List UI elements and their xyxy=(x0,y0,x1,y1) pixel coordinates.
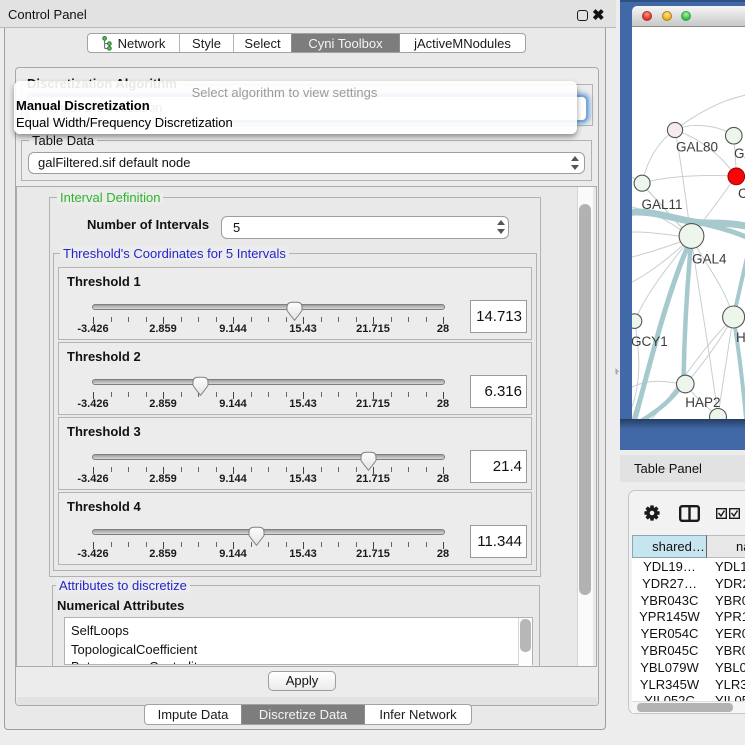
svg-text:C: C xyxy=(738,186,745,201)
svg-text:GA: GA xyxy=(734,146,745,161)
svg-text:GAL11: GAL11 xyxy=(642,197,683,212)
svg-text:HAP2: HAP2 xyxy=(685,395,720,410)
svg-text:GCY1: GCY1 xyxy=(632,334,668,349)
svg-text:H: H xyxy=(736,330,745,345)
svg-text:GAL80: GAL80 xyxy=(676,140,718,155)
svg-text:GAL4: GAL4 xyxy=(692,252,727,267)
